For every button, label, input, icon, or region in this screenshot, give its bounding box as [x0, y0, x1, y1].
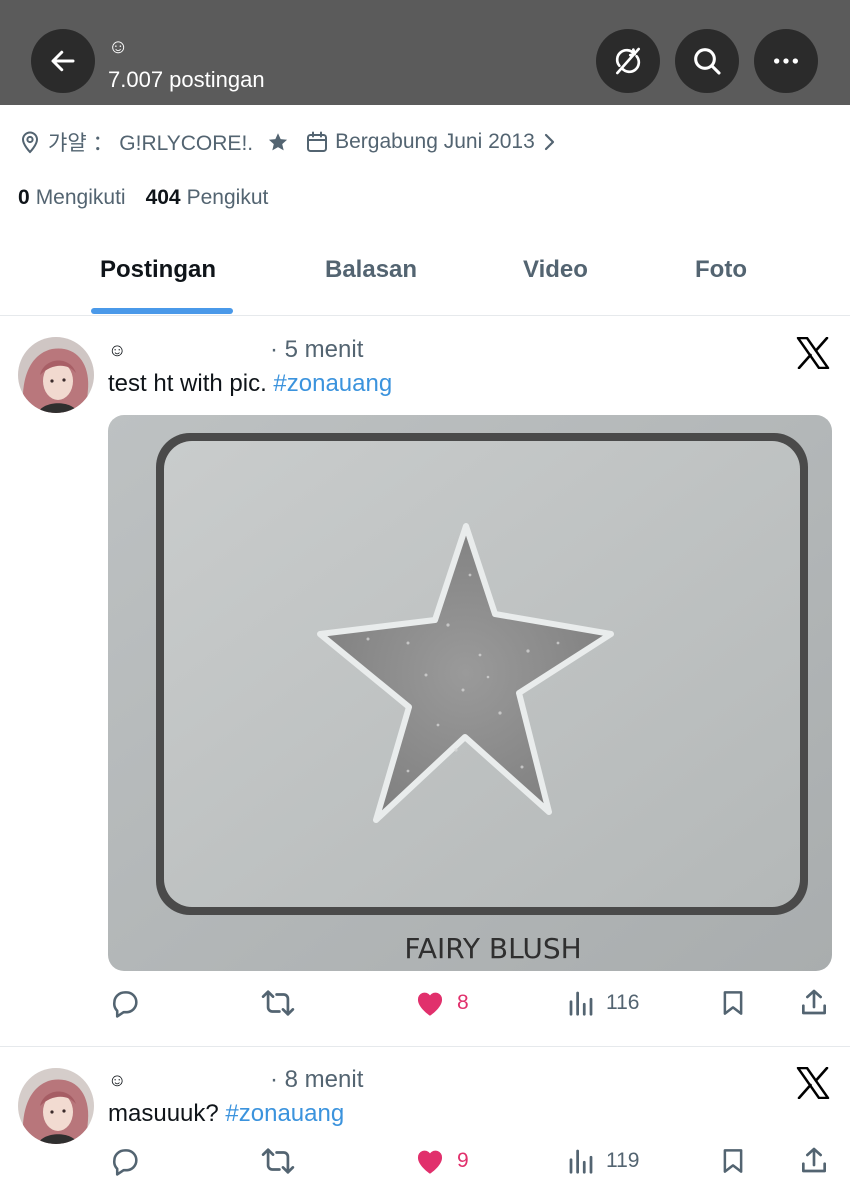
reply-button[interactable]: [108, 1144, 152, 1178]
following-count: 0: [18, 186, 30, 209]
arrow-left-icon: [51, 50, 75, 72]
following-link[interactable]: 0 Mengikuti: [18, 186, 126, 210]
post-body: masuuuk?: [108, 1100, 226, 1127]
heart-filled-icon: [417, 1150, 443, 1174]
author-name[interactable]: ☺: [108, 340, 128, 361]
share-icon: [802, 1147, 826, 1173]
tab-replies[interactable]: Balasan: [325, 256, 417, 284]
repost-button[interactable]: [259, 1144, 307, 1178]
tab-video[interactable]: Video: [523, 256, 588, 284]
post-item[interactable]: ☺ · 5 menit test ht with pic. #zonauang: [0, 317, 850, 1047]
post-item[interactable]: ☺ · 8 menit masuuuk? #zonauang 9 119: [0, 1048, 850, 1200]
views-button[interactable]: 116: [566, 986, 639, 1020]
post-body: test ht with pic.: [108, 370, 274, 397]
post-image[interactable]: FAIRY BLUSH: [108, 415, 832, 971]
post-text: masuuuk? #zonauang: [108, 1100, 344, 1128]
location-pin-icon: [21, 131, 39, 154]
author-name[interactable]: ☺: [108, 1070, 128, 1091]
share-icon: [802, 989, 826, 1015]
repost-icon: [261, 990, 295, 1016]
tab-posts[interactable]: Postingan: [100, 256, 216, 284]
profile-header-bar: ☺ 7.007 postingan: [0, 0, 850, 105]
profile-joined-date[interactable]: Bergabung Juni 2013: [335, 130, 535, 154]
bookmark-icon: [723, 991, 743, 1015]
more-horizontal-icon: [774, 58, 798, 64]
bookmark-button[interactable]: [718, 1144, 748, 1178]
repost-icon: [261, 1148, 295, 1174]
followers-count: 404: [145, 186, 181, 209]
back-button[interactable]: [31, 29, 95, 93]
views-bar-chart-icon: [569, 991, 593, 1016]
views-bar-chart-icon: [569, 1149, 593, 1174]
view-count: 116: [606, 991, 640, 1014]
post-actions: 8 116: [0, 986, 850, 1020]
image-caption: FAIRY BLUSH: [404, 932, 581, 965]
profile-tabs: Postingan Balasan Video Foto: [0, 240, 850, 316]
chevron-right-icon[interactable]: [543, 132, 557, 152]
sync-off-icon: [615, 47, 641, 75]
avatar[interactable]: [18, 337, 94, 413]
like-count: 8: [457, 991, 469, 1014]
bookmark-button[interactable]: [718, 986, 748, 1020]
profile-location: 갸얄 ： G!RLYCORE!.: [48, 132, 254, 155]
x-logo-icon: [796, 1067, 830, 1099]
reply-icon: [113, 991, 138, 1018]
views-button[interactable]: 119: [566, 1144, 639, 1178]
post-actions: 9 119: [0, 1144, 850, 1178]
reply-button[interactable]: [108, 986, 152, 1020]
bookmark-icon: [723, 1149, 743, 1173]
post-text: test ht with pic. #zonauang: [108, 370, 392, 398]
reply-icon: [113, 1149, 138, 1176]
sync-button[interactable]: [596, 29, 660, 93]
like-count: 9: [457, 1149, 469, 1172]
like-button[interactable]: 9: [413, 1144, 469, 1178]
following-label: Mengikuti: [35, 186, 126, 209]
followers-label: Pengikut: [186, 186, 269, 209]
heart-filled-icon: [417, 992, 443, 1016]
avatar[interactable]: [18, 1068, 94, 1144]
post-header: ☺ · 5 menit: [108, 335, 363, 365]
post-timestamp[interactable]: · 8 menit: [270, 1066, 363, 1094]
profile-meta-row: 갸얄 ： G!RLYCORE!. Bergabung Juni 2013: [18, 126, 557, 158]
post-header: ☺ · 8 menit: [108, 1065, 363, 1095]
like-button[interactable]: 8: [413, 986, 469, 1020]
active-tab-indicator: [91, 308, 233, 314]
share-button[interactable]: [798, 986, 830, 1020]
share-button[interactable]: [798, 1144, 830, 1178]
post-count: 7.007 postingan: [108, 67, 265, 92]
followers-link[interactable]: 404 Pengikut: [146, 186, 269, 210]
repost-button[interactable]: [259, 986, 307, 1020]
tab-photos[interactable]: Foto: [695, 256, 747, 284]
calendar-icon: [307, 131, 328, 152]
post-timestamp[interactable]: · 5 menit: [270, 336, 363, 364]
more-button[interactable]: [754, 29, 818, 93]
hashtag-link[interactable]: #zonauang: [273, 370, 392, 397]
star-icon: [269, 133, 288, 151]
hashtag-link[interactable]: #zonauang: [225, 1100, 344, 1127]
view-count: 119: [606, 1149, 640, 1172]
search-icon: [694, 48, 721, 75]
follow-stats: 0 Mengikuti 404 Pengikut: [18, 186, 268, 210]
x-logo-icon: [796, 337, 830, 369]
search-button[interactable]: [675, 29, 739, 93]
profile-display-name: ☺: [108, 36, 129, 58]
